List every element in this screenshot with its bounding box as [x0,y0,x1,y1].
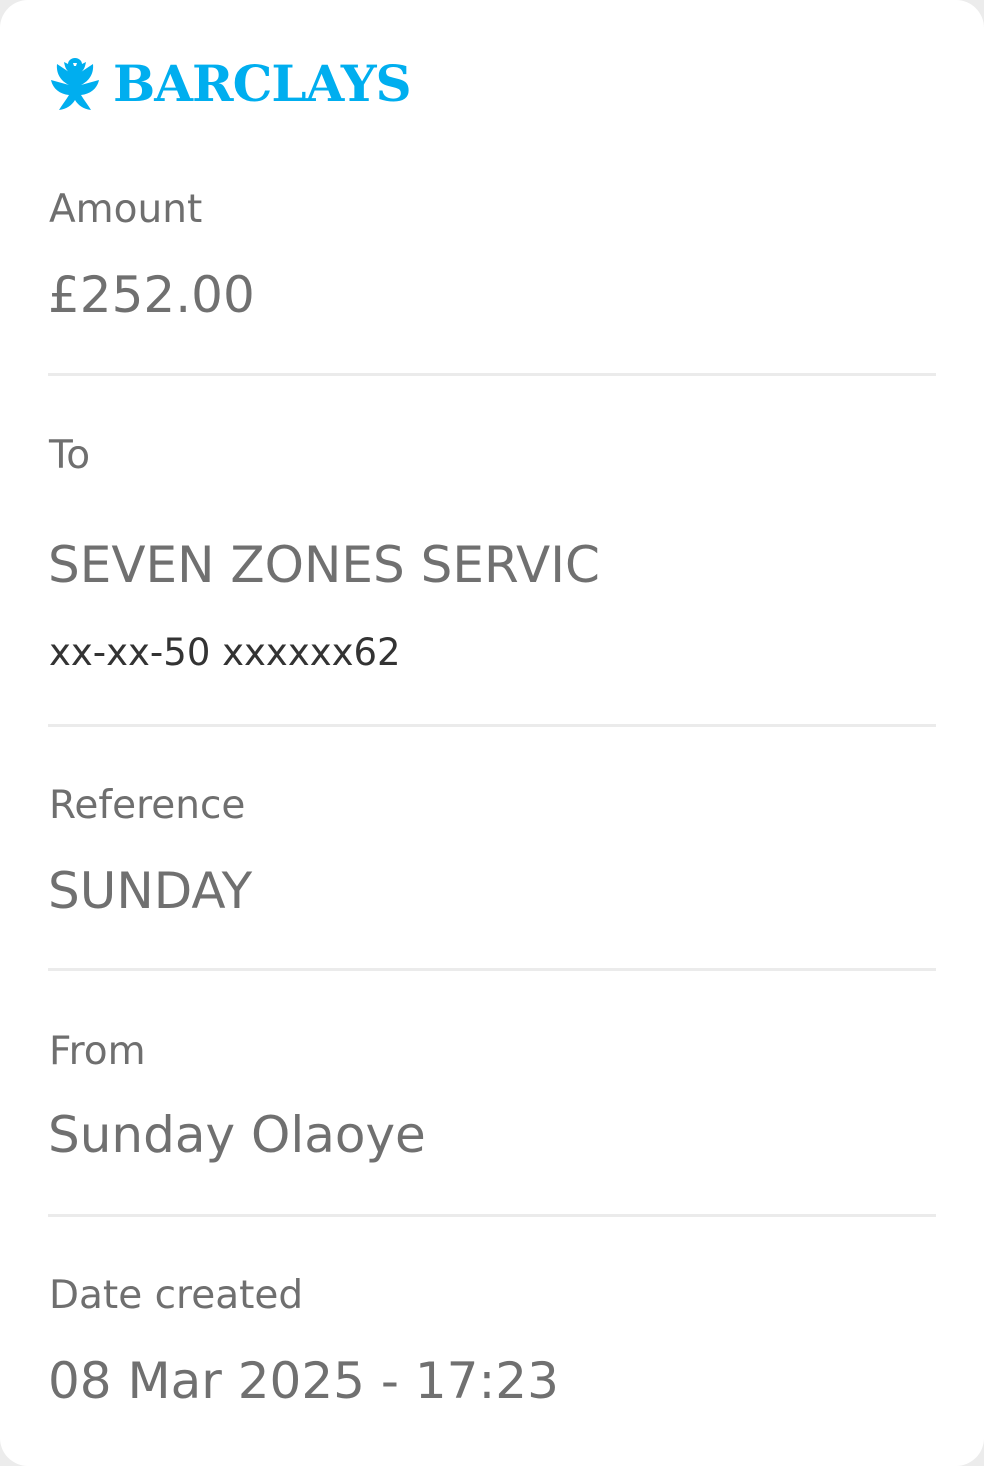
from-value: Sunday Olaoye [48,1106,426,1164]
divider [48,373,936,376]
amount-value: £252.00 [48,266,255,324]
eagle-icon [51,58,99,110]
payee-account: xx-xx-50 xxxxxx62 [49,631,401,674]
divider [48,968,936,971]
brand-name: BARCLAYS [113,54,412,113]
date-created-label: Date created [49,1273,304,1318]
from-label: From [49,1029,146,1074]
reference-value: SUNDAY [48,862,253,920]
payment-details-card: BARCLAYS Amount £252.00 To SEVEN ZONES S… [0,0,984,1466]
payee-name: SEVEN ZONES SERVIC [48,536,600,594]
reference-label: Reference [49,783,246,828]
barclays-logo: BARCLAYS [47,54,412,114]
date-created-value: 08 Mar 2025 - 17:23 [48,1352,559,1410]
divider [48,1214,936,1217]
divider [48,724,936,727]
to-label: To [49,433,91,478]
amount-label: Amount [49,187,203,232]
